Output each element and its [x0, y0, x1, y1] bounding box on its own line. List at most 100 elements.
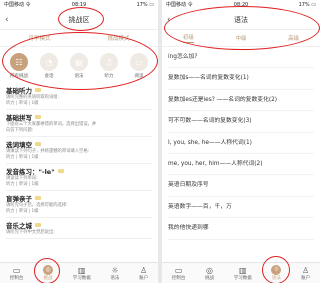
tabbar-console[interactable]: ▭ 控制台: [172, 266, 186, 281]
list-item[interactable]: 复数加s——名词的复数变化(1): [168, 68, 314, 90]
category-conversation[interactable]: ◔ 会话: [40, 53, 58, 79]
list-item[interactable]: 我的他快递到哪: [168, 218, 314, 240]
tabbar-label: 控制台: [171, 275, 186, 281]
challenge-list: 基础听力 请听完整的英语听取的词组: 听力 | 单词 | 1级 基础拼写 下面有…: [0, 81, 158, 241]
item-title: 盲弹亲子: [6, 195, 32, 203]
monitor-icon: ▭: [12, 265, 21, 275]
nav-bar: ‹ 语法: [162, 11, 320, 30]
tabbar-label: 账户: [139, 275, 149, 281]
clock: 08:19: [71, 2, 87, 8]
back-icon[interactable]: ‹: [167, 11, 171, 29]
list-item[interactable]: 英语数字——百，千，万: [168, 197, 314, 219]
tabbar-label: 挑战: [43, 276, 53, 281]
tabbar-grammar[interactable]: ☼ 语法: [271, 265, 282, 281]
target-icon: ◎: [43, 265, 54, 275]
list-item[interactable]: 盲弹亲子 请听完句子后，选择可能的选择: 听力 | 单词 | 1级: [6, 191, 152, 218]
category-all[interactable]: ☷ 所有挑战: [10, 53, 28, 79]
tabbar-account[interactable]: ♙ 账户: [301, 266, 310, 281]
level-badge-icon: [57, 169, 64, 173]
challenge-screen: 中国移动 令 08:19 17% ▭ ‹ 挑战区 可学模式 挑战模式 ☷ 所有挑…: [0, 0, 158, 283]
mode-tabs: 可学模式 挑战模式: [0, 30, 158, 47]
list-item[interactable]: I, you, she, he——人称代词(1): [168, 133, 314, 154]
level-badge-icon: [35, 115, 41, 119]
user-icon: ♙: [140, 265, 148, 275]
tabbar-study-data[interactable]: ▥ 学习数据: [234, 266, 252, 281]
grammar-list: ing怎么加? 复数加s——名词的复数变化(1) 复数加es还是ies? ——名…: [162, 47, 320, 240]
tabbar-grammar[interactable]: ☼ 语法: [110, 266, 119, 281]
list-item[interactable]: 基础听力 请听完整的英语听取的词组: 听力 | 单词 | 1级: [6, 83, 152, 110]
chart-icon: ▥: [238, 265, 247, 275]
list-item[interactable]: 选词填空 请填读下列句子，并将遗憾的单词填入空格: 听力 | 单词 | 1级: [6, 137, 152, 164]
item-meta: 听力 | 单词 | 1级: [6, 155, 39, 160]
item-desc: 请听完下列中文然后说出:: [6, 230, 55, 235]
item-title: 基础拼写: [6, 114, 32, 122]
target-icon: ◎: [206, 265, 214, 275]
page-title: 挑战区: [68, 16, 90, 24]
bottom-tab-bar: ▭ 控制台 ◎ 挑战 ▥ 学习数据 ☼ 语法 ♙ 账户: [0, 262, 158, 283]
level-badge-icon: [35, 88, 41, 92]
level-badge-icon: [35, 142, 41, 146]
level-badge-icon: [35, 223, 41, 227]
tabbar-account[interactable]: ♙ 账户: [139, 266, 148, 281]
chart-icon: ▥: [77, 265, 86, 275]
category-grammar[interactable]: ▤ 语法: [70, 53, 88, 79]
category-label: 听力: [104, 74, 114, 79]
nav-bar: ‹ 挑战区: [0, 11, 158, 30]
item-title: 选词填空: [6, 141, 32, 149]
item-meta: 听力 | 单词 | 1级: [6, 209, 39, 214]
tab-advanced[interactable]: 高级: [288, 34, 299, 42]
tab-beginner[interactable]: 初级: [182, 33, 194, 43]
tabbar-label: 控制台: [9, 275, 24, 281]
item-title: 音乐之城: [6, 222, 32, 230]
grid-icon: ☷: [10, 53, 28, 71]
tabbar-label: 账户: [301, 275, 311, 281]
page-title: 语法: [234, 16, 248, 24]
tabbar-study-data[interactable]: ▥ 学习数据: [73, 266, 91, 281]
category-label: 语法: [74, 74, 84, 79]
status-bar: 中国移动 令 08:20 17% ▭: [162, 0, 320, 11]
category-reading[interactable]: ▭ 阅读: [130, 53, 148, 79]
tabbar-challenge[interactable]: ◎ 挑战: [205, 266, 214, 281]
list-item[interactable]: 基础拼写 下面有三个大家都拼错的单词。选择出错误，并 向答下列问题:: [6, 110, 152, 137]
tab-study-mode[interactable]: 可学模式: [28, 34, 50, 42]
bulb-icon: ☼: [111, 265, 119, 275]
category-label: 阅读: [134, 74, 144, 79]
level-badge-icon: [35, 196, 41, 200]
item-meta: 听力 | 单词 | 1级: [6, 182, 39, 187]
item-meta: 听力 | 单词 | 1级: [6, 101, 39, 106]
book-icon: ▤: [70, 53, 88, 71]
tabbar-label: 挑战: [205, 275, 215, 281]
tabbar-label: 学习数据: [233, 275, 252, 281]
list-item[interactable]: 复数加es还是ies? ——名词的复数变化(2): [168, 90, 314, 112]
category-label: 所有挑战: [10, 74, 28, 79]
status-bar: 中国移动 令 08:19 17% ▭: [0, 0, 158, 11]
tabbar-challenge[interactable]: ◎ 挑战: [43, 265, 54, 281]
back-icon[interactable]: ‹: [5, 11, 9, 29]
list-item[interactable]: ing怎么加?: [168, 47, 314, 69]
item-title: 发音练习："-le": [6, 168, 55, 176]
bottom-tab-bar: ▭ 控制台 ◎ 挑战 ▥ 学习数据 ☼ 语法 ♙ 账户: [162, 262, 320, 283]
tab-intermediate[interactable]: 中级: [235, 34, 246, 42]
list-item[interactable]: 可不可数——名词的复数变化(3): [168, 111, 314, 133]
tabbar-label: 语法: [110, 275, 120, 281]
read-icon: ▭: [130, 53, 148, 71]
level-tabs: 初级 中级 高级: [162, 30, 320, 47]
category-icons: ☷ 所有挑战 ◔ 会话 ▤ 语法 ♫ 听力 ▭ 阅读: [0, 47, 158, 81]
list-item[interactable]: 英语日期及序号: [168, 175, 314, 197]
clock: 08:20: [233, 2, 249, 8]
tabbar-label: 学习数据: [72, 275, 91, 281]
grammar-screen: 中国移动 令 08:20 17% ▭ ‹ 语法 初级 中级 高级 ing怎么加?…: [162, 0, 320, 283]
list-item[interactable]: me, you, her, him——人称代词(2): [168, 154, 314, 176]
category-listening[interactable]: ♫ 听力: [100, 53, 118, 79]
monitor-icon: ▭: [174, 265, 183, 275]
tabbar-label: 语法: [271, 276, 281, 281]
tabbar-console[interactable]: ▭ 控制台: [10, 266, 24, 281]
chat-icon: ◔: [40, 53, 58, 71]
tab-challenge-mode[interactable]: 挑战模式: [107, 34, 129, 42]
item-title: 基础听力: [6, 87, 32, 95]
bulb-icon: ☼: [271, 265, 282, 275]
item-meta: 向答下列问题:: [6, 128, 34, 133]
list-item[interactable]: 发音练习："-le" 请读读下列单词: 听力 | 单词 | 1级: [6, 164, 152, 191]
list-item[interactable]: 音乐之城 请听完下列中文然后说出:: [6, 218, 152, 239]
headphone-icon: ♫: [100, 53, 118, 71]
